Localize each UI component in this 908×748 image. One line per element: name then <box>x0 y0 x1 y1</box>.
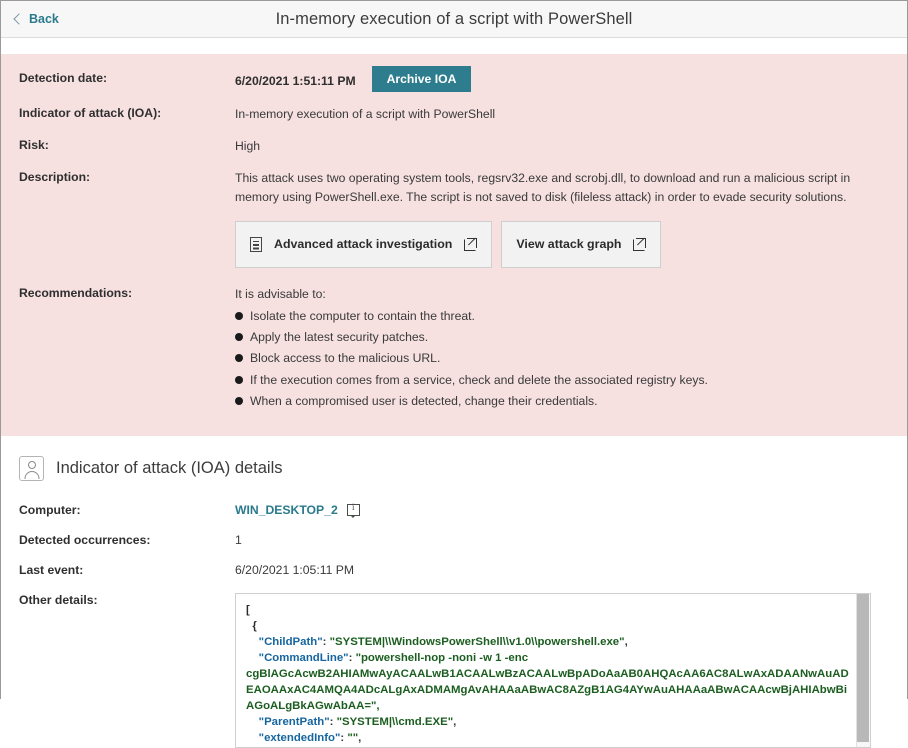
computer-value-wrap: WIN_DESKTOP_2 <box>235 503 360 517</box>
external-link-icon <box>464 238 477 251</box>
view-attack-graph-label: View attack graph <box>516 235 621 254</box>
code-scrollbar[interactable] <box>856 594 870 747</box>
bullet-icon <box>235 376 243 384</box>
risk-label: Risk: <box>19 137 235 152</box>
bullet-icon <box>235 333 243 341</box>
ioa-value: In-memory execution of a script with Pow… <box>235 105 495 124</box>
ioa-details-section: Indicator of attack (IOA) details Comput… <box>1 436 907 748</box>
back-button-label: Back <box>29 12 59 26</box>
computer-label: Computer: <box>19 503 235 517</box>
external-link-icon <box>633 238 646 251</box>
other-details-code: [ { "ChildPath": "SYSTEM|\\WindowsPowerS… <box>236 594 870 748</box>
list-item: Apply the latest security patches. <box>235 329 708 347</box>
occurrences-value: 1 <box>235 533 242 547</box>
other-details-label: Other details: <box>19 593 235 607</box>
description-label: Description: <box>19 169 235 184</box>
other-details-row: Other details: [ { "ChildPath": "SYSTEM|… <box>19 593 889 748</box>
ioa-label: Indicator of attack (IOA): <box>19 105 235 120</box>
risk-value: High <box>235 137 260 156</box>
recommendation-text: Apply the latest security patches. <box>250 329 428 347</box>
list-item: When a compromised user is detected, cha… <box>235 393 708 411</box>
advanced-attack-investigation-button[interactable]: Advanced attack investigation <box>235 221 492 268</box>
page-root: Back In-memory execution of a script wit… <box>1 1 907 698</box>
description-value: This attack uses two operating system to… <box>235 169 885 207</box>
recommendations-list: Isolate the computer to contain the thre… <box>235 308 708 410</box>
section-header: Indicator of attack (IOA) details <box>19 456 889 481</box>
top-spacer <box>1 38 907 54</box>
description-block: This attack uses two operating system to… <box>235 169 885 272</box>
recommendations-row: Recommendations: It is advisable to: Iso… <box>19 285 889 414</box>
bullet-icon <box>235 397 243 405</box>
occurrences-row: Detected occurrences: 1 <box>19 533 889 547</box>
list-item: Isolate the computer to contain the thre… <box>235 308 708 326</box>
detection-date-value-wrap: 6/20/2021 1:51:11 PM Archive IOA <box>235 70 471 92</box>
recommendation-text: Block access to the malicious URL. <box>250 350 440 368</box>
recommendations-block: It is advisable to: Isolate the computer… <box>235 285 708 414</box>
description-row: Description: This attack uses two operat… <box>19 169 889 272</box>
view-attack-graph-button[interactable]: View attack graph <box>501 221 661 268</box>
user-icon <box>19 456 44 481</box>
alert-panel: Detection date: 6/20/2021 1:51:11 PM Arc… <box>1 54 907 436</box>
occurrences-label: Detected occurrences: <box>19 533 235 547</box>
other-details-code-box[interactable]: [ { "ChildPath": "SYSTEM|\\WindowsPowerS… <box>235 593 871 748</box>
detection-date-label: Detection date: <box>19 70 235 85</box>
recommendations-intro: It is advisable to: <box>235 285 708 304</box>
detection-date-value: 6/20/2021 1:51:11 PM <box>235 72 356 91</box>
top-bar: Back In-memory execution of a script wit… <box>1 1 907 38</box>
computer-link[interactable]: WIN_DESKTOP_2 <box>235 503 338 517</box>
detection-date-row: Detection date: 6/20/2021 1:51:11 PM Arc… <box>19 70 889 92</box>
last-event-label: Last event: <box>19 563 235 577</box>
page-title: In-memory execution of a script with Pow… <box>1 10 907 29</box>
archive-ioa-button[interactable]: Archive IOA <box>372 66 472 92</box>
recommendation-text: Isolate the computer to contain the thre… <box>250 308 475 326</box>
document-icon <box>250 237 262 252</box>
back-button[interactable]: Back <box>15 12 59 26</box>
list-item: If the execution comes from a service, c… <box>235 372 708 390</box>
advanced-attack-investigation-label: Advanced attack investigation <box>274 235 452 254</box>
computer-row: Computer: WIN_DESKTOP_2 <box>19 503 889 517</box>
risk-row: Risk: High <box>19 137 889 156</box>
last-event-value: 6/20/2021 1:05:11 PM <box>235 563 354 577</box>
last-event-row: Last event: 6/20/2021 1:05:11 PM <box>19 563 889 577</box>
code-scrollbar-thumb[interactable] <box>857 594 869 742</box>
list-item: Block access to the malicious URL. <box>235 350 708 368</box>
info-icon[interactable] <box>347 504 360 516</box>
recommendation-text: When a compromised user is detected, cha… <box>250 393 598 411</box>
action-buttons: Advanced attack investigation View attac… <box>235 221 885 268</box>
recommendation-text: If the execution comes from a service, c… <box>250 372 708 390</box>
section-title: Indicator of attack (IOA) details <box>56 459 283 478</box>
recommendations-label: Recommendations: <box>19 285 235 300</box>
chevron-left-icon <box>13 13 24 24</box>
bullet-icon <box>235 354 243 362</box>
bullet-icon <box>235 312 243 320</box>
ioa-row: Indicator of attack (IOA): In-memory exe… <box>19 105 889 124</box>
